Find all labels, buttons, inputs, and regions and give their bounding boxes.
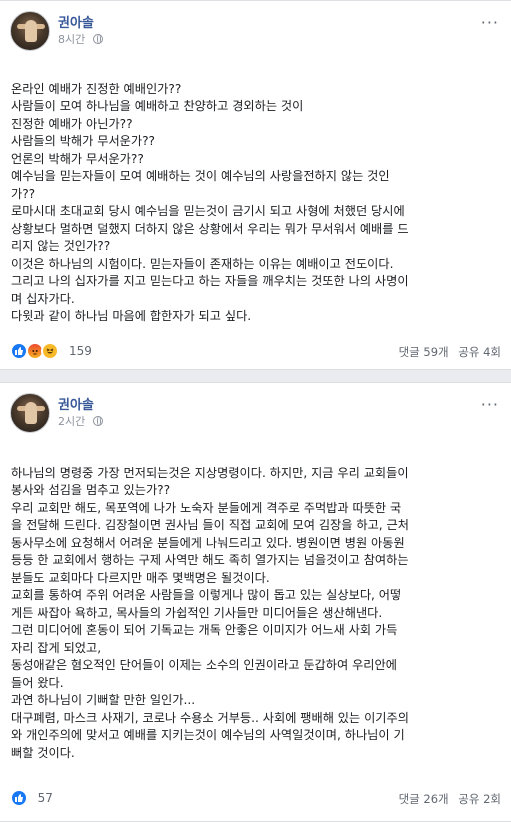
text-line: 사람들이 모여 하나님을 예배하고 찬양하고 경외하는 것이: [11, 99, 304, 113]
post-card: 권아솔 8시간 ··· 온라인 예배가 진정한 예배인가?? 사람들이 모여 하나…: [0, 0, 511, 370]
text-line: 와 개인주의에 맞서고 예배를 지키는것이 예수님의 사역일것이며, 하나님이 …: [11, 728, 405, 742]
text-line: 동성애같은 혐오적인 단어들이 이제는 소수의 인권이라고 둔갑하여 우리안에: [11, 658, 397, 672]
like-icon: [10, 789, 28, 807]
text-line: 뻐할 것이다.: [11, 745, 75, 760]
text-line: 온라인 예배가 진정한 예배인가??: [11, 81, 182, 96]
text-line: 리지 않는 것인가??: [11, 239, 111, 253]
globe-icon: [92, 416, 103, 426]
text-line: 다윗과 같이 하나님 마음에 합한자가 되고 싶다.: [11, 309, 252, 323]
text-line: 가??: [11, 186, 36, 201]
text-line: 게든 싸잡아 욕하고, 목사들의 가쉽적인 기사들만 미디어들은 생산해낸다.: [11, 605, 383, 620]
haha-icon: [41, 342, 60, 360]
globe-icon: [92, 34, 103, 44]
text-line: 봉사와 섬김을 멈추고 있는가??: [11, 483, 171, 497]
text-line: 우리 교회만 해도, 목포역에 나가 노숙자 분들에게 격주로 주먹밥과 따뜻한…: [11, 500, 402, 515]
shares-count-link[interactable]: 공유 4회: [458, 345, 501, 359]
post-time[interactable]: 8시간: [58, 33, 85, 46]
author-name[interactable]: 권아솔: [58, 394, 94, 413]
comments-count-link[interactable]: 댓글 59개: [399, 345, 449, 359]
text-line: 대구폐렴, 마스크 사재기, 코로나 수용소 거부등.. 사회에 팽배해 있는 …: [11, 710, 409, 725]
post-meta: 2시간: [58, 413, 103, 429]
post-card: 권아솔 2시간 ··· 하나님의 명령중 가장 먼저되는것은 지상명령이다. 하…: [0, 382, 511, 822]
avatar[interactable]: [10, 393, 50, 433]
text-line: 로마시대 초대교회 당시 예수님을 믿는것이 금기시 되고 사형에 처했던 당시…: [11, 204, 405, 218]
post-text: 하나님의 명령중 가장 먼저되는것은 지상명령이다. 하지만, 지금 우리 교회…: [11, 447, 503, 797]
text-line: 들어 왔다.: [11, 675, 64, 690]
text-line: 진정한 예배가 아닌가??: [11, 116, 133, 131]
text-line: 상황보다 멀하면 덜했지 더하지 않은 상황에서 우리는 뭐가 무서워서 예배를…: [11, 221, 409, 236]
text-line: 등등 한 교회에서 행하는 구제 사역만 해도 족히 열가지는 넘을것이고 참여…: [11, 553, 409, 567]
more-options-button[interactable]: ···: [481, 13, 499, 32]
avatar[interactable]: [10, 11, 50, 51]
reaction-count: 57: [37, 791, 53, 805]
reactions-summary[interactable]: 57: [10, 789, 53, 809]
post-text: 온라인 예배가 진정한 예배인가?? 사람들이 모여 하나님을 예배하고 찬양하고…: [11, 63, 503, 361]
text-line: 교회를 통하여 주위 어려운 사람들을 이렇게나 많이 돕고 있는 실상보다, …: [11, 588, 402, 602]
avatar-figure: [25, 20, 37, 42]
text-line: 과연 하나님이 기뻐할 만한 일인가...: [11, 693, 196, 707]
post-stats: 댓글 26개 공유 2회: [393, 791, 501, 807]
text-line: 그런 미디어에 혼동이 되어 기독교는 개독 안좋은 이미지가 어느새 사회 가…: [11, 623, 398, 637]
post-header: 권아솔 2시간 ···: [0, 383, 511, 435]
text-line: 그리고 나의 십자가를 지고 믿는다고 하는 자들을 깨우치는 것또한 나의 사…: [11, 274, 409, 288]
author-name[interactable]: 권아솔: [58, 12, 94, 31]
text-line: 분들도 교회마다 다르지만 매주 몇백명은 될것이다.: [11, 570, 270, 585]
post-header: 권아솔 8시간 ···: [0, 1, 511, 53]
comments-count-link[interactable]: 댓글 26개: [399, 792, 449, 806]
text-line: 언론의 박해가 무서운가??: [11, 151, 144, 166]
text-line: 을 전달해 드린다. 김장철이면 권사님 들이 직접 교회에 모여 김장을 하고…: [11, 518, 409, 532]
text-line: 동사무소에 요청해서 어려운 분들에게 나눠드리고 있다. 병원이면 병원 아동…: [11, 535, 405, 550]
more-options-button[interactable]: ···: [481, 395, 499, 414]
reactions-summary[interactable]: 159: [10, 342, 92, 362]
post-stats: 댓글 59개 공유 4회: [393, 344, 501, 360]
post-footer: 159 댓글 59개 공유 4회: [10, 341, 501, 363]
post-time[interactable]: 2시간: [58, 415, 85, 428]
reaction-count: 159: [68, 344, 92, 358]
text-line: 며 십자가다.: [11, 291, 75, 306]
text-line: 사람들의 박해가 무서운가??: [11, 134, 156, 148]
text-line: 예수님을 믿는자들이 모여 예배하는 것이 예수님의 사랑을전하지 않는 것인: [11, 169, 390, 183]
shares-count-link[interactable]: 공유 2회: [458, 792, 501, 806]
text-line: 하나님의 명령중 가장 먼저되는것은 지상명령이다. 하지만, 지금 우리 교회…: [11, 465, 409, 480]
text-line: 자리 잡게 되었고,: [11, 640, 102, 655]
news-feed: 권아솔 8시간 ··· 온라인 예배가 진정한 예배인가?? 사람들이 모여 하나…: [0, 0, 511, 822]
post-meta: 8시간: [58, 31, 103, 47]
avatar-figure: [25, 402, 37, 424]
post-footer: 57 댓글 26개 공유 2회: [10, 788, 501, 810]
text-line: 이것은 하나님의 시험이다. 믿는자들이 존재하는 이유는 예배이고 전도이다.: [11, 256, 394, 271]
